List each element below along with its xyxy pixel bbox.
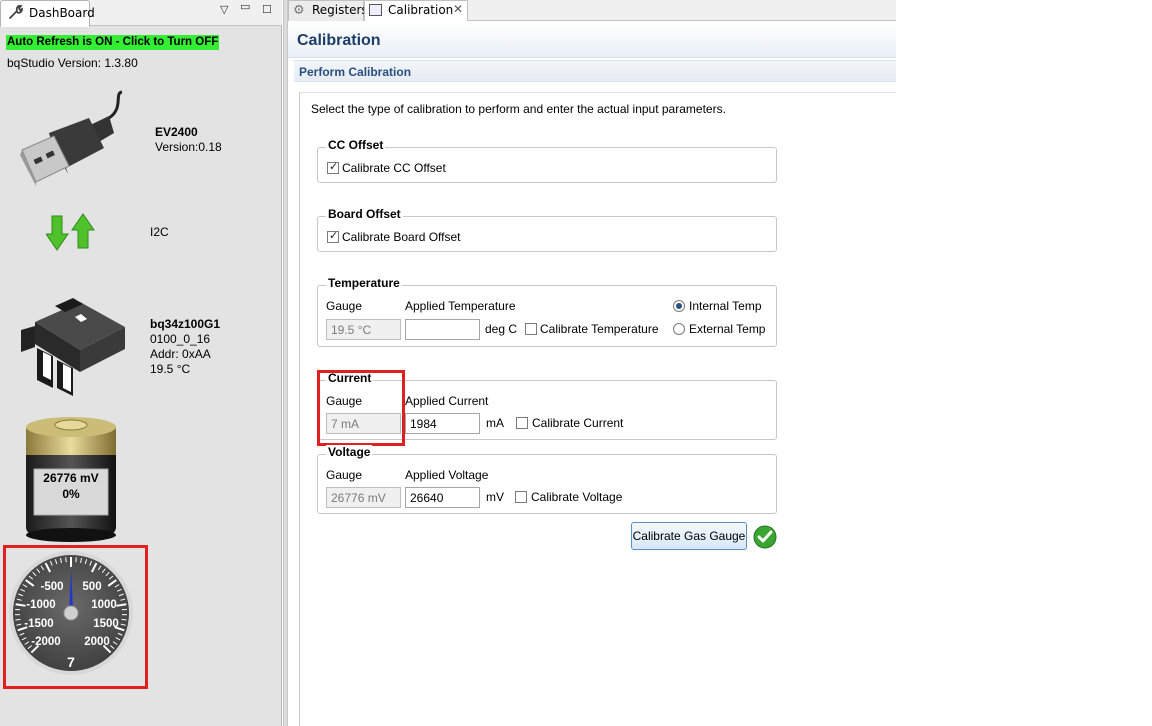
gauge-highlight-box [3,545,148,689]
calibrate-cc-offset-checkbox[interactable] [327,160,339,174]
editor-tabbar: ⚙ Registers Calibration ✕ [288,0,896,21]
section-title: Perform Calibration [299,65,412,79]
gauge-label: Gauge [326,468,363,482]
checkbox-label: Calibrate CC Offset [342,161,446,175]
close-icon[interactable]: ✕ [453,2,463,16]
tab-calibration-label: Calibration [388,3,454,17]
voltage-group: Voltage Gauge Applied Voltage 26776 mV 2… [317,445,777,514]
calibrate-board-offset-checkbox[interactable] [327,229,339,243]
applied-voltage-input[interactable]: 26640 [405,487,480,508]
external-temp-radio[interactable] [673,323,685,335]
usb-adapter-icon [14,88,134,191]
calibrate-gas-gauge-button[interactable]: Calibrate Gas Gauge [631,522,747,550]
calibration-icon [369,4,382,16]
tab-dashboard[interactable]: DashBoard [0,0,95,27]
checkbox-label: Calibrate Temperature [540,322,659,336]
gauge-temperature-field: 19.5 °C [326,319,401,340]
tab-registers[interactable]: ⚙ Registers [288,0,368,21]
cc-offset-group: CC Offset Calibrate CC Offset [317,138,777,183]
device-info: bq34z100G1 0100_0_16 Addr: 0xAA 19.5 °C [150,317,220,377]
perform-calibration-section: Perform Calibration [294,60,896,82]
applied-current-input[interactable]: 1984 [405,413,480,434]
unit-label: mV [486,490,504,504]
transfer-arrows-icon [45,212,96,255]
calibrate-temperature-checkbox[interactable] [525,323,537,335]
adapter-version: Version:0.18 [155,140,222,154]
group-title: CC Offset [326,138,386,152]
group-title: Temperature [326,276,402,290]
calibrate-voltage-checkbox[interactable] [515,491,527,503]
device-address: Addr: 0xAA [150,347,211,361]
gear-icon: ⚙ [293,3,305,18]
device-temperature: 19.5 °C [150,362,191,376]
gauge-chip-icon [15,292,135,400]
radio-label: Internal Temp [689,299,762,313]
adapter-name: EV2400 [155,125,198,139]
temperature-group: Temperature Gauge Applied Temperature 19… [317,276,777,347]
maximize-icon[interactable]: ☐ [262,3,272,16]
dashboard-tabbar: DashBoard ▽ ▭ ☐ [0,0,282,27]
checkbox-label: Calibrate Board Offset [342,230,461,244]
minimize-icon[interactable]: ▭ [240,0,250,13]
calibrate-current-checkbox[interactable] [516,417,528,429]
checkbox-label: Calibrate Voltage [531,490,623,504]
tab-dashboard-label: DashBoard [29,6,95,20]
radio-label: External Temp [689,322,766,336]
gauge-voltage-field: 26776 mV [326,487,401,508]
current-highlight-box [317,370,405,446]
tab-calibration[interactable]: Calibration ✕ [364,0,468,21]
applied-label: Applied Voltage [405,468,489,482]
calibration-header: Calibration [288,22,896,58]
bus-type: I2C [150,225,169,239]
view-menu-icon[interactable]: ▽ [220,3,228,16]
auto-refresh-toggle[interactable]: Auto Refresh is ON - Click to Turn OFF [6,35,220,50]
gauge-label: Gauge [326,299,363,313]
unit-label: deg C [485,322,518,336]
applied-temperature-input[interactable] [405,319,480,340]
success-check-icon [753,525,777,552]
battery-soc: 0% [62,487,80,501]
adapter-info: EV2400 Version:0.18 [155,125,222,155]
internal-temp-radio[interactable] [673,300,685,312]
checkbox-label: Calibrate Current [532,416,624,430]
tab-registers-label: Registers [312,3,368,17]
device-name: bq34z100G1 [150,317,221,331]
wrench-icon [7,4,23,23]
page-title: Calibration [297,32,381,49]
group-title: Voltage [326,445,373,459]
applied-label: Applied Current [405,394,489,408]
bqstudio-version: bqStudio Version: 1.3.80 [7,56,138,70]
instructions: Select the type of calibration to perfor… [311,102,726,116]
unit-label: mA [486,416,504,430]
board-offset-group: Board Offset Calibrate Board Offset [317,207,777,252]
calibration-view: ⚙ Registers Calibration ✕ Calibration Pe… [288,0,896,726]
dashboard-panel: DashBoard ▽ ▭ ☐ Auto Refresh is ON - Cli… [0,0,282,726]
applied-label: Applied Temperature [405,299,516,313]
battery-readout: 26776 mV 0% [34,470,108,502]
device-firmware: 0100_0_16 [150,332,211,346]
group-title: Board Offset [326,207,403,221]
battery-voltage: 26776 mV [43,471,99,485]
